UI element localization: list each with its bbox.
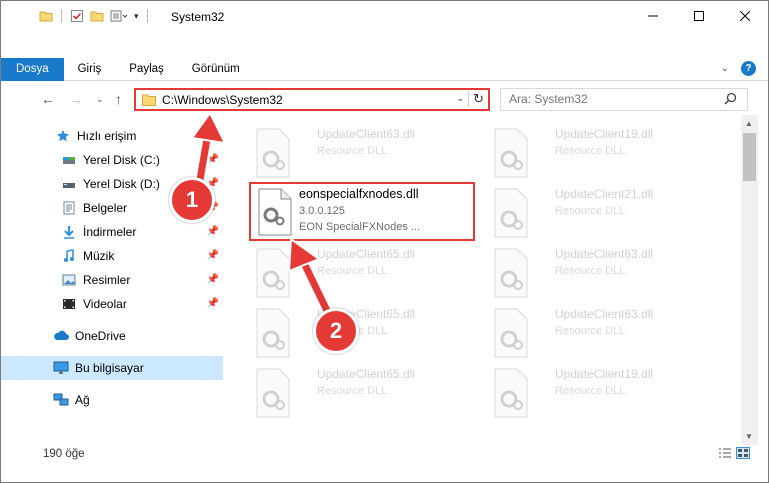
tutorial-arrows bbox=[190, 111, 337, 322]
step-2-badge: 2 bbox=[313, 308, 359, 354]
step-1-badge: 1 bbox=[169, 177, 215, 223]
explorer-window: ▾ System32 Dosya Giriş Paylaş Görünüm ⌄ … bbox=[0, 0, 769, 483]
arrow-to-file bbox=[287, 237, 337, 322]
